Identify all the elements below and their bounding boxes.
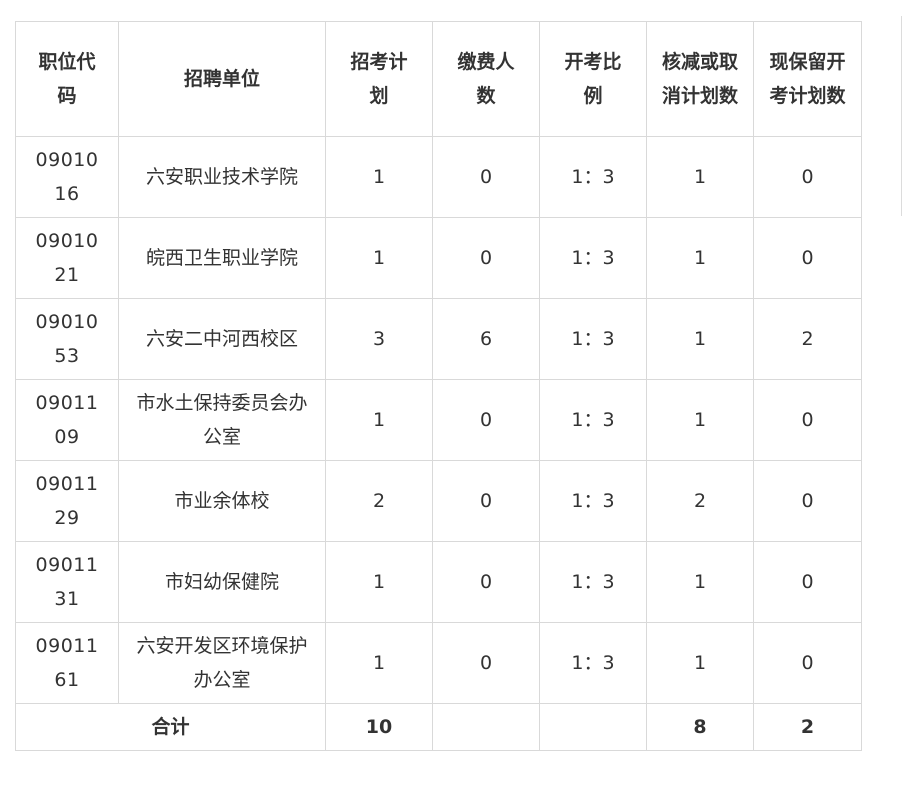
table-row: 0901129 市业余体校 2 0 1：3 2 0 xyxy=(15,460,862,542)
table-row: 0901053 六安二中河西校区 3 6 1：3 1 2 xyxy=(15,298,862,380)
cell-plan: 3 xyxy=(325,298,433,380)
cell-ratio: 1：3 xyxy=(539,217,647,299)
cell-code: 0901016 xyxy=(15,136,119,218)
cell-plan: 1 xyxy=(325,622,433,704)
cell-plan: 1 xyxy=(325,217,433,299)
page: 职位代码 招聘单位 招考计划 缴费人数 开考比例 核减或取消计划数 现保留开考计… xyxy=(0,0,905,785)
cell-paid: 0 xyxy=(432,217,540,299)
cell-paid: 0 xyxy=(432,541,540,623)
cell-paid: 0 xyxy=(432,379,540,461)
total-plan: 10 xyxy=(325,703,433,751)
table-row: 0901021 皖西卫生职业学院 1 0 1：3 1 0 xyxy=(15,217,862,299)
cell-paid: 6 xyxy=(432,298,540,380)
cell-unit: 六安开发区环境保护办公室 xyxy=(118,622,326,704)
cell-cut: 2 xyxy=(646,460,754,542)
total-ratio xyxy=(539,703,647,751)
cell-unit: 市业余体校 xyxy=(118,460,326,542)
header-kept: 现保留开考计划数 xyxy=(753,21,862,137)
header-paid: 缴费人数 xyxy=(432,21,540,137)
cell-unit: 市水土保持委员会办公室 xyxy=(118,379,326,461)
recruitment-table: 职位代码 招聘单位 招考计划 缴费人数 开考比例 核减或取消计划数 现保留开考计… xyxy=(15,21,862,751)
total-label: 合计 xyxy=(15,703,326,751)
cell-plan: 1 xyxy=(325,136,433,218)
header-ratio: 开考比例 xyxy=(539,21,647,137)
cell-plan: 1 xyxy=(325,379,433,461)
cell-paid: 0 xyxy=(432,136,540,218)
cell-unit: 六安二中河西校区 xyxy=(118,298,326,380)
cell-plan: 2 xyxy=(325,460,433,542)
cell-plan: 1 xyxy=(325,541,433,623)
table-row: 0901016 六安职业技术学院 1 0 1：3 1 0 xyxy=(15,136,862,218)
cell-paid: 0 xyxy=(432,460,540,542)
header-code: 职位代码 xyxy=(15,21,119,137)
cell-kept: 0 xyxy=(753,136,862,218)
table-row: 0901161 六安开发区环境保护办公室 1 0 1：3 1 0 xyxy=(15,622,862,704)
cell-cut: 1 xyxy=(646,298,754,380)
total-cut: 8 xyxy=(646,703,754,751)
cell-code: 0901053 xyxy=(15,298,119,380)
cell-kept: 0 xyxy=(753,622,862,704)
table-row: 0901109 市水土保持委员会办公室 1 0 1：3 1 0 xyxy=(15,379,862,461)
cell-cut: 1 xyxy=(646,379,754,461)
cell-unit: 六安职业技术学院 xyxy=(118,136,326,218)
header-row: 职位代码 招聘单位 招考计划 缴费人数 开考比例 核减或取消计划数 现保留开考计… xyxy=(15,21,862,137)
cell-kept: 0 xyxy=(753,541,862,623)
cell-ratio: 1：3 xyxy=(539,298,647,380)
cell-paid: 0 xyxy=(432,622,540,704)
cell-kept: 0 xyxy=(753,460,862,542)
cell-ratio: 1：3 xyxy=(539,136,647,218)
cell-kept: 0 xyxy=(753,217,862,299)
cell-unit: 市妇幼保健院 xyxy=(118,541,326,623)
total-row: 合计 10 8 2 xyxy=(15,703,862,751)
cell-code: 0901021 xyxy=(15,217,119,299)
cell-cut: 1 xyxy=(646,217,754,299)
cell-code: 0901109 xyxy=(15,379,119,461)
header-plan: 招考计划 xyxy=(325,21,433,137)
scrollbar-edge xyxy=(901,16,902,216)
cell-code: 0901129 xyxy=(15,460,119,542)
cell-cut: 1 xyxy=(646,541,754,623)
cell-cut: 1 xyxy=(646,622,754,704)
total-paid xyxy=(432,703,540,751)
cell-kept: 2 xyxy=(753,298,862,380)
cell-ratio: 1：3 xyxy=(539,379,647,461)
total-kept: 2 xyxy=(753,703,862,751)
cell-cut: 1 xyxy=(646,136,754,218)
cell-ratio: 1：3 xyxy=(539,622,647,704)
cell-code: 0901131 xyxy=(15,541,119,623)
table-row: 0901131 市妇幼保健院 1 0 1：3 1 0 xyxy=(15,541,862,623)
cell-unit: 皖西卫生职业学院 xyxy=(118,217,326,299)
cell-code: 0901161 xyxy=(15,622,119,704)
cell-ratio: 1：3 xyxy=(539,541,647,623)
header-unit: 招聘单位 xyxy=(118,21,326,137)
cell-kept: 0 xyxy=(753,379,862,461)
header-cut: 核减或取消计划数 xyxy=(646,21,754,137)
cell-ratio: 1：3 xyxy=(539,460,647,542)
